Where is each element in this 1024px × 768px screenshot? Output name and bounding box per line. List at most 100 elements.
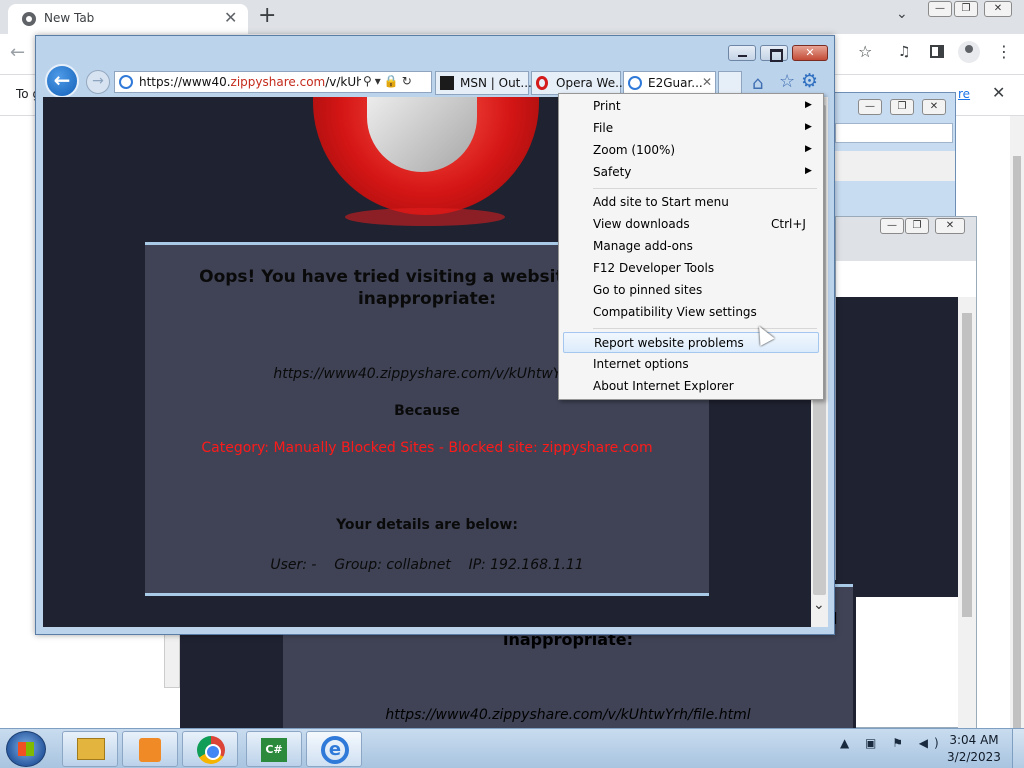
menu-item-safety[interactable]: Safety ▶ <box>563 162 819 183</box>
menu-separator <box>593 188 817 189</box>
taskbar-chrome-button[interactable] <box>182 731 238 767</box>
folder-icon <box>77 738 105 760</box>
kebab-menu-icon[interactable]: ⋮ <box>996 42 1012 61</box>
infobar-link[interactable]: re <box>958 87 970 101</box>
close-tab-icon[interactable]: ✕ <box>224 8 237 27</box>
bg-chrome-minimize-button[interactable]: — <box>880 218 904 234</box>
back-button[interactable]: ← <box>45 64 79 98</box>
chevron-down-icon[interactable]: ⌄ <box>813 597 825 613</box>
menu-item-add-site-to-start-menu[interactable]: Add site to Start menu <box>563 192 819 213</box>
block-category: Category: Manually Blocked Sites - Block… <box>201 440 653 456</box>
chrome-restore-button[interactable]: ❐ <box>954 1 978 17</box>
chevron-down-icon[interactable]: ⌄ <box>896 6 908 22</box>
bookmark-star-icon[interactable]: ☆ <box>858 42 872 61</box>
tab-e2guardian[interactable]: E2Guar... ✕ <box>623 71 716 95</box>
submenu-arrow-icon: ▶ <box>805 100 812 110</box>
url-domain: zippyshare.com <box>230 75 326 89</box>
bg-ie-minimize-button[interactable]: — <box>858 99 882 115</box>
tab-label: MSN | Out... <box>460 76 532 90</box>
search-box[interactable] <box>835 123 953 143</box>
forward-button[interactable]: → <box>86 70 110 94</box>
media-control-icon[interactable]: ♫ <box>898 44 911 60</box>
menu-item-label: Zoom (100%) <box>593 143 676 157</box>
menu-item-view-downloads[interactable]: View downloads Ctrl+J <box>563 214 819 235</box>
details-label: Your details are below: <box>336 517 518 533</box>
infobar-close-icon[interactable]: ✕ <box>992 83 1005 102</box>
menu-item-f12-developer-tools[interactable]: F12 Developer Tools <box>563 258 819 279</box>
ie-page-icon <box>119 75 133 89</box>
start-button[interactable] <box>6 731 46 767</box>
menu-item-label: F12 Developer Tools <box>593 261 715 275</box>
chrome-logo-icon <box>197 736 225 764</box>
tab-opera[interactable]: Opera We... <box>531 71 627 95</box>
windows-logo-icon <box>18 742 34 756</box>
address-tools-icons[interactable]: ⚲▾🔒↻ <box>363 74 415 88</box>
new-tab-button[interactable] <box>718 71 742 95</box>
scrollbar[interactable] <box>958 297 976 729</box>
internet-explorer-icon: e <box>321 736 349 764</box>
scrollbar-thumb[interactable] <box>962 313 972 617</box>
menu-item-print[interactable]: Print ▶ <box>563 96 819 117</box>
toolbar <box>836 261 976 297</box>
menu-item-label: Print <box>593 99 621 113</box>
user-details: User: - Group: collabnet IP: 192.168.1.1… <box>270 557 584 573</box>
scrollbar-thumb[interactable] <box>1013 156 1021 736</box>
address-url[interactable]: https://www40.zippyshare.com/v/kUhtw\ <box>139 75 361 89</box>
menu-item-label: About Internet Explorer <box>593 379 734 393</box>
close-tab-icon[interactable]: ✕ <box>702 75 712 89</box>
new-tab-button[interactable]: + <box>258 3 276 28</box>
chrome-minimize-button[interactable]: — <box>928 1 952 17</box>
ie-maximize-button[interactable] <box>760 45 788 62</box>
hand-shape <box>367 97 477 172</box>
back-arrow-icon[interactable]: ← <box>10 42 25 63</box>
taskbar-ie-button[interactable]: e <box>306 731 362 767</box>
menu-item-label: Report website problems <box>594 336 744 350</box>
chrome-logo-icon <box>22 12 36 26</box>
opera-icon <box>536 76 548 90</box>
menu-item-about-internet-explorer[interactable]: About Internet Explorer <box>563 376 819 397</box>
toolbar <box>831 151 955 181</box>
tab-msn[interactable]: MSN | Out... <box>435 71 532 95</box>
chrome-close-button[interactable]: ✕ <box>984 1 1012 17</box>
side-panel-icon[interactable] <box>930 45 944 58</box>
because-label: Because <box>394 403 460 419</box>
gear-icon[interactable]: ⚙ <box>801 70 818 92</box>
url-prefix: https://www40. <box>139 75 231 89</box>
ie-minimize-button[interactable] <box>728 45 756 61</box>
system-tray-icons[interactable]: ▲ ▣ ⚑ ◀) <box>840 736 945 750</box>
ie-close-button[interactable]: ✕ <box>792 45 828 61</box>
taskbar-csharp-button[interactable]: C# <box>246 731 302 767</box>
menu-item-label: File <box>593 121 614 135</box>
menu-item-label: Go to pinned sites <box>593 283 703 297</box>
page-content <box>836 297 958 597</box>
taskbar-explorer-button[interactable] <box>62 731 118 767</box>
menu-item-manage-add-ons[interactable]: Manage add-ons <box>563 236 819 257</box>
submenu-arrow-icon: ▶ <box>805 122 812 132</box>
profile-avatar-icon[interactable] <box>958 41 980 63</box>
favorites-star-icon[interactable]: ☆ <box>779 71 795 92</box>
menu-item-go-to-pinned-sites[interactable]: Go to pinned sites <box>563 280 819 301</box>
menu-item-zoom[interactable]: Zoom (100%) ▶ <box>563 140 819 161</box>
submenu-arrow-icon: ▶ <box>805 144 812 154</box>
address-bar[interactable]: https://www40.zippyshare.com/v/kUhtw\ ⚲▾… <box>114 71 432 93</box>
stop-icon-glow <box>345 208 505 226</box>
chrome-scrollbar[interactable] <box>1010 116 1024 736</box>
home-icon[interactable]: ⌂ <box>752 73 763 94</box>
clock-date[interactable]: 3/2/2023 <box>946 750 1002 764</box>
bg-chrome-close-button[interactable]: ✕ <box>935 218 965 234</box>
menu-item-label: Manage add-ons <box>593 239 693 253</box>
menu-item-compatibility-view-settings[interactable]: Compatibility View settings <box>563 302 819 323</box>
clock-time[interactable]: 3:04 AM <box>946 733 1002 747</box>
chrome-tab-new-tab[interactable]: New Tab ✕ <box>8 4 248 34</box>
media-player-icon <box>139 738 161 762</box>
bg-ie-close-button[interactable]: ✕ <box>922 99 946 115</box>
bg-ie-restore-button[interactable]: ❐ <box>890 99 914 115</box>
bg-blocked-url: https://www40.zippyshare.com/v/kUhtwYrh/… <box>385 707 751 723</box>
bg-chrome-restore-button[interactable]: ❐ <box>905 218 929 234</box>
background-chrome-window[interactable] <box>835 216 977 729</box>
taskbar-media-player-button[interactable] <box>122 731 178 767</box>
menu-item-file[interactable]: File ▶ <box>563 118 819 139</box>
menu-item-report-website-problems[interactable]: Report website problems <box>563 332 819 353</box>
show-desktop-button[interactable] <box>1012 729 1024 768</box>
menu-item-internet-options[interactable]: Internet options <box>563 354 819 375</box>
